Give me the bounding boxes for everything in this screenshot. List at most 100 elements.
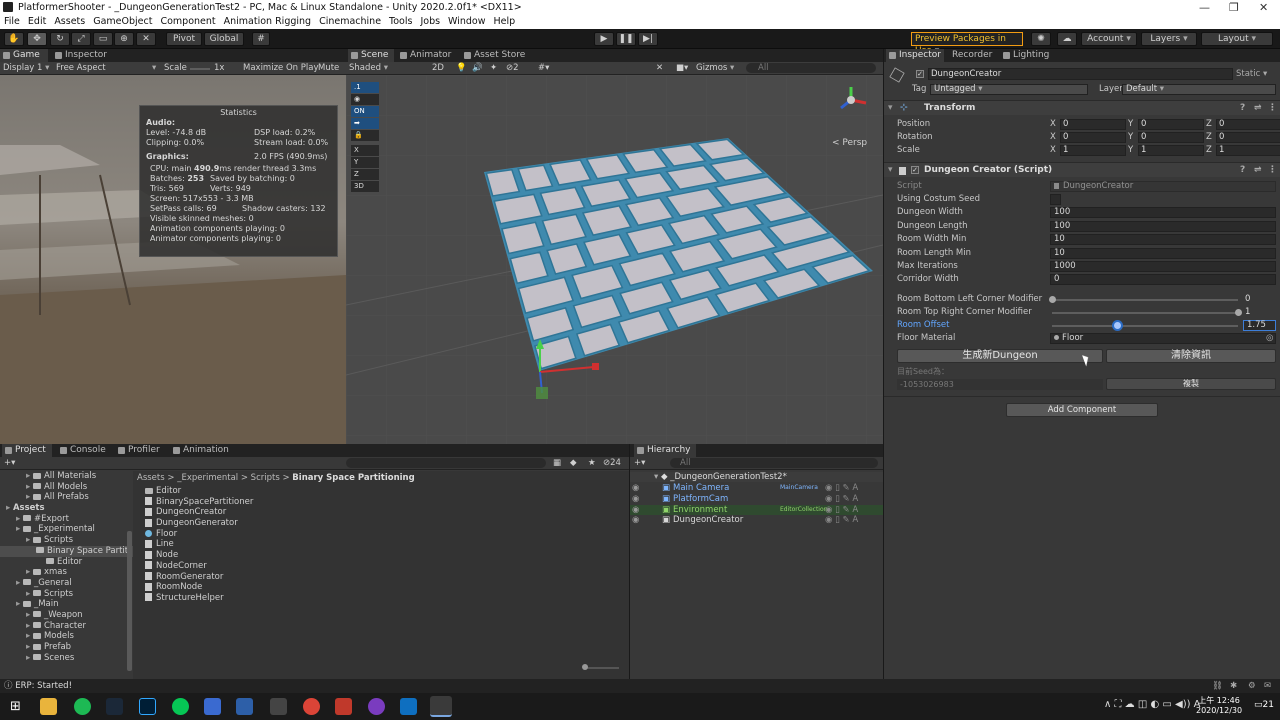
menu-jobs[interactable]: Jobs (416, 15, 444, 29)
component-enabled-checkbox[interactable]: ✓ (911, 166, 919, 174)
overlay-z-toggle[interactable]: Z (351, 169, 379, 180)
hierarchy-item[interactable]: ◉ ▣ Main Camera MainCamera ◉ ▯ ✎ A (630, 483, 883, 494)
close-icon[interactable]: ✕ (1259, 0, 1268, 15)
field-value[interactable]: 1000 (1050, 261, 1276, 272)
maximize-icon[interactable]: ❐ (1229, 0, 1239, 15)
debug-icon[interactable]: ✱ (1230, 679, 1237, 693)
layer-dropdown[interactable]: Default (1122, 84, 1276, 95)
folder-tree-item[interactable]: ▸ _Main (0, 599, 133, 610)
rotate-tool-icon[interactable]: ↻ (50, 32, 70, 46)
rotation-y[interactable]: 0 (1138, 132, 1204, 143)
folder-tree-item[interactable]: ▸ Models (0, 631, 133, 642)
custom-seed-checkbox[interactable] (1050, 194, 1061, 205)
menu-tools[interactable]: Tools (385, 15, 416, 29)
tab-lighting[interactable]: Lighting (1000, 49, 1060, 62)
overlay-lock-icon[interactable]: 🔒 (351, 130, 379, 141)
layers-dropdown[interactable]: Layers (1141, 32, 1197, 46)
gizmos-dropdown[interactable]: Gizmos (696, 62, 734, 75)
scale-z[interactable]: 1 (1216, 145, 1280, 156)
overlay-3d-toggle[interactable]: 3D (351, 181, 379, 192)
icon-size-knob[interactable] (582, 664, 588, 670)
visibility-icon[interactable]: ◉ (632, 515, 639, 526)
breadcrumb-assets[interactable]: Assets (137, 473, 165, 483)
slider1-track[interactable] (1052, 299, 1238, 301)
camera-dropdown-icon[interactable]: ■▾ (676, 62, 688, 75)
visibility-icon[interactable]: ◉ (632, 505, 639, 516)
folder-tree-item[interactable]: ▸ All Prefabs (0, 492, 133, 503)
tab-profiler[interactable]: Profiler (115, 444, 165, 457)
field-value[interactable]: 100 (1050, 220, 1276, 232)
cloud-icon[interactable]: ☁ (1057, 32, 1077, 46)
clock[interactable]: 上午 12:46 2020/12/30 (1196, 696, 1242, 716)
asset-item[interactable]: Node (145, 550, 253, 561)
floor-material-field[interactable]: Floor (1050, 333, 1276, 344)
lighting-toggle-icon[interactable]: 💡 (456, 62, 467, 75)
mail-icon[interactable] (204, 698, 221, 715)
overlay-arrow-icon[interactable]: ➡ (351, 118, 379, 129)
asset-item[interactable]: Line (145, 539, 253, 550)
line-icon[interactable] (172, 698, 189, 715)
preset-icon[interactable]: ⇌ (1254, 163, 1262, 178)
pivot-button[interactable]: Pivot (166, 32, 202, 46)
tag-dropdown[interactable]: Untagged (930, 84, 1088, 95)
slider2-value[interactable]: 1 (1245, 306, 1250, 319)
persp-label[interactable]: < Persp (832, 138, 867, 148)
folder-tree-item[interactable]: ▸ Scripts (0, 535, 133, 546)
create-menu-icon[interactable]: +▾ (4, 457, 15, 470)
photoshop-icon[interactable] (139, 698, 156, 715)
hierarchy-search-input[interactable]: All (670, 458, 878, 468)
asset-item[interactable]: StructureHelper (145, 593, 253, 604)
overlay-on-toggle[interactable]: ON (351, 106, 379, 117)
play-icon[interactable]: ▶ (594, 32, 614, 46)
menu-component[interactable]: Component (156, 15, 219, 29)
folder-tree-item[interactable]: ▸ Assets (0, 503, 133, 514)
folder-tree-item[interactable]: ▸ All Models (0, 482, 133, 493)
display-dropdown[interactable]: Display 1 (3, 62, 49, 75)
layout-dropdown[interactable]: Layout (1201, 32, 1273, 46)
folder-tree-item[interactable]: Binary Space Partiti (0, 545, 133, 557)
tab-hierarchy[interactable]: Hierarchy (634, 444, 696, 457)
overlay-y-toggle[interactable]: Y (351, 157, 379, 168)
item-toggles-icon[interactable]: ◉ ▯ ✎ A (825, 494, 858, 505)
position-y[interactable]: 0 (1138, 119, 1204, 130)
grid-toggle-icon[interactable]: #▾ (538, 62, 549, 75)
menu-edit[interactable]: Edit (24, 15, 50, 29)
menu-cinemachine[interactable]: Cinemachine (315, 15, 385, 29)
slider3-knob[interactable] (1114, 322, 1122, 329)
filter-type-icon[interactable]: ▦ (553, 457, 561, 470)
preview-packages-button[interactable]: Preview Packages in Use (911, 32, 1023, 56)
windows-start-icon[interactable]: ⊞ (10, 699, 21, 714)
object-picker-icon[interactable]: ◎ (1266, 332, 1273, 345)
asset-item[interactable]: DungeonCreator (145, 507, 253, 518)
pause-icon[interactable]: ❚❚ (616, 32, 636, 46)
scale-y[interactable]: 1 (1138, 145, 1204, 156)
tab-inspector-left[interactable]: Inspector (52, 49, 112, 62)
active-checkbox[interactable]: ✓ (916, 70, 924, 78)
app-icon[interactable] (270, 698, 287, 715)
tools-icon[interactable]: ✕ (656, 62, 663, 75)
obs-icon[interactable] (368, 698, 385, 715)
folder-tree-item[interactable]: ▸ _General (0, 578, 133, 589)
collab-icon[interactable]: ✺ (1031, 32, 1051, 46)
spotify-icon[interactable] (74, 698, 91, 715)
position-z[interactable]: 0 (1216, 119, 1280, 130)
generate-dungeon-button[interactable]: 生成新Dungeon (897, 349, 1103, 363)
status-message[interactable]: ERP: Started! (15, 681, 72, 691)
folder-tree-item[interactable]: ▸ Scenes (0, 653, 133, 664)
menu-assets[interactable]: Assets (50, 15, 89, 29)
slider3-track[interactable] (1052, 325, 1238, 327)
asset-item[interactable]: DungeonGenerator (145, 518, 253, 529)
tab-animation[interactable]: Animation (170, 444, 230, 457)
overlay-visibility-icon[interactable]: ◉ (351, 94, 379, 105)
help-icon[interactable]: ? (1240, 163, 1245, 178)
breadcrumb-scripts[interactable]: Scripts (251, 473, 280, 483)
tree-scrollbar[interactable] (127, 531, 132, 671)
scale-tool-icon[interactable]: ⤢ (71, 32, 91, 46)
dungeon-creator-header[interactable]: ▾ ✓ Dungeon Creator (Script) ? ⇌ ⋮ (884, 162, 1280, 177)
rotation-x[interactable]: 0 (1060, 132, 1126, 143)
visibility-icon[interactable]: ◉ (632, 483, 639, 494)
preset-icon[interactable]: ⇌ (1254, 101, 1262, 116)
tab-scene[interactable]: Scene (348, 49, 394, 62)
asset-item[interactable]: RoomGenerator (145, 572, 253, 583)
menu-gameobject[interactable]: GameObject (89, 15, 156, 29)
